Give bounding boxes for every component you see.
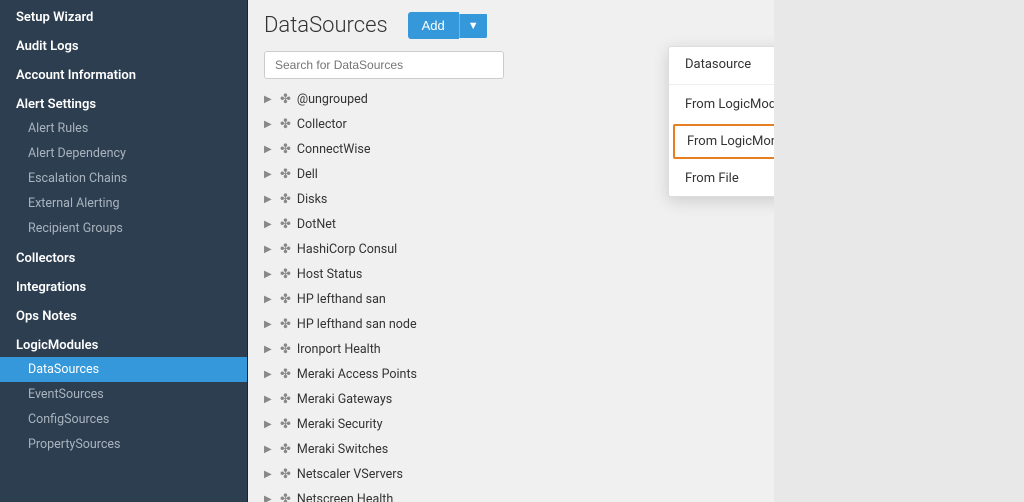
sidebar-item-configsources[interactable]: ConfigSources — [0, 407, 247, 432]
expand-arrow-icon: ▶ — [264, 194, 274, 205]
ds-item-label: Meraki Switches — [297, 442, 388, 457]
datasource-icon: ✤ — [280, 167, 291, 182]
ds-item-label: Meraki Access Points — [297, 367, 417, 382]
ds-list-item[interactable]: ▶ ✤ HashiCorp Consul — [248, 237, 774, 262]
ds-item-label: Meraki Security — [297, 417, 383, 432]
expand-arrow-icon: ▶ — [264, 94, 274, 105]
expand-arrow-icon: ▶ — [264, 419, 274, 430]
sidebar-item-alert-rules[interactable]: Alert Rules — [0, 116, 247, 141]
ds-item-label: Host Status — [297, 267, 362, 282]
ds-list-item[interactable]: ▶ ✤ HP lefthand san — [248, 287, 774, 312]
dropdown-item-logicmonitor-repository[interactable]: From LogicMonitor Repository — [673, 124, 774, 159]
main-header: DataSources Add ▼ — [248, 0, 774, 51]
expand-arrow-icon: ▶ — [264, 244, 274, 255]
sidebar-item-integrations[interactable]: Integrations — [0, 270, 247, 299]
ds-item-label: Netscaler VServers — [297, 467, 403, 482]
ds-list-item[interactable]: ▶ ✤ Meraki Switches — [248, 437, 774, 462]
expand-arrow-icon: ▶ — [264, 269, 274, 280]
datasource-icon: ✤ — [280, 492, 291, 502]
datasource-icon: ✤ — [280, 142, 291, 157]
expand-arrow-icon: ▶ — [264, 444, 274, 455]
search-input[interactable] — [264, 51, 504, 79]
expand-arrow-icon: ▶ — [264, 169, 274, 180]
ds-item-label: Meraki Gateways — [297, 392, 392, 407]
datasource-icon: ✤ — [280, 267, 291, 282]
expand-arrow-icon: ▶ — [264, 494, 274, 502]
datasource-icon: ✤ — [280, 467, 291, 482]
sidebar-item-account-information[interactable]: Account Information — [0, 58, 247, 87]
ds-list-item[interactable]: ▶ ✤ Netscaler VServers — [248, 462, 774, 487]
expand-arrow-icon: ▶ — [264, 219, 274, 230]
sidebar-item-eventsources[interactable]: EventSources — [0, 382, 247, 407]
datasource-icon: ✤ — [280, 292, 291, 307]
ds-item-label: Netscreen Health — [297, 492, 393, 502]
dropdown-item-logicmodule-exchange[interactable]: From LogicModule Exchange — [669, 87, 774, 122]
expand-arrow-icon: ▶ — [264, 319, 274, 330]
expand-arrow-icon: ▶ — [264, 344, 274, 355]
add-dropdown-menu: Datasource From LogicModule Exchange Fro… — [668, 46, 774, 197]
datasource-icon: ✤ — [280, 92, 291, 107]
datasource-icon: ✤ — [280, 317, 291, 332]
dropdown-divider — [669, 84, 774, 85]
ds-item-label: @ungrouped — [297, 92, 368, 107]
expand-arrow-icon: ▶ — [264, 369, 274, 380]
page-title: DataSources — [264, 13, 388, 38]
sidebar-item-audit-logs[interactable]: Audit Logs — [0, 29, 247, 58]
sidebar-item-alert-dependency[interactable]: Alert Dependency — [0, 141, 247, 166]
ds-list-item[interactable]: ▶ ✤ Host Status — [248, 262, 774, 287]
ds-item-label: ConnectWise — [297, 142, 371, 157]
sidebar-item-ops-notes[interactable]: Ops Notes — [0, 299, 247, 328]
datasource-icon: ✤ — [280, 367, 291, 382]
datasource-icon: ✤ — [280, 117, 291, 132]
sidebar-item-escalation-chains[interactable]: Escalation Chains — [0, 166, 247, 191]
datasource-icon: ✤ — [280, 392, 291, 407]
sidebar-section-alert-settings[interactable]: Alert Settings — [0, 87, 247, 116]
datasource-icon: ✤ — [280, 417, 291, 432]
sidebar-item-setup-wizard[interactable]: Setup Wizard — [0, 0, 247, 29]
ds-item-label: Ironport Health — [297, 342, 381, 357]
ds-item-label: HashiCorp Consul — [297, 242, 397, 257]
ds-item-label: Dell — [297, 167, 318, 182]
ds-item-label: Collector — [297, 117, 347, 132]
add-button[interactable]: Add — [408, 12, 459, 39]
add-dropdown-button[interactable]: ▼ — [459, 14, 487, 38]
expand-arrow-icon: ▶ — [264, 294, 274, 305]
ds-item-label: Disks — [297, 192, 327, 207]
ds-item-label: HP lefthand san — [297, 292, 386, 307]
datasource-icon: ✤ — [280, 192, 291, 207]
ds-list-item[interactable]: ▶ ✤ Meraki Gateways — [248, 387, 774, 412]
sidebar-item-recipient-groups[interactable]: Recipient Groups — [0, 216, 247, 241]
datasource-icon: ✤ — [280, 242, 291, 257]
ds-list-item[interactable]: ▶ ✤ DotNet — [248, 212, 774, 237]
sidebar-item-propertysources[interactable]: PropertySources — [0, 432, 247, 457]
ds-item-label: DotNet — [297, 217, 336, 232]
ds-list-item[interactable]: ▶ ✤ Netscreen Health — [248, 487, 774, 502]
ds-list-item[interactable]: ▶ ✤ Meraki Access Points — [248, 362, 774, 387]
main-panel: DataSources Add ▼ ▶ ✤ @ungrouped ▶ ✤ Col… — [248, 0, 774, 502]
expand-arrow-icon: ▶ — [264, 469, 274, 480]
sidebar: Setup Wizard Audit Logs Account Informat… — [0, 0, 248, 502]
sidebar-item-datasources[interactable]: DataSources — [0, 357, 247, 382]
ds-list-item[interactable]: ▶ ✤ HP lefthand san node — [248, 312, 774, 337]
datasource-icon: ✤ — [280, 442, 291, 457]
ds-list-item[interactable]: ▶ ✤ Ironport Health — [248, 337, 774, 362]
expand-arrow-icon: ▶ — [264, 119, 274, 130]
dropdown-item-datasource[interactable]: Datasource — [669, 47, 774, 82]
datasource-icon: ✤ — [280, 342, 291, 357]
right-panel — [774, 0, 1024, 502]
add-button-group: Add ▼ — [408, 12, 487, 39]
ds-list-item[interactable]: ▶ ✤ Meraki Security — [248, 412, 774, 437]
sidebar-item-external-alerting[interactable]: External Alerting — [0, 191, 247, 216]
expand-arrow-icon: ▶ — [264, 394, 274, 405]
sidebar-item-collectors[interactable]: Collectors — [0, 241, 247, 270]
dropdown-item-from-file[interactable]: From File — [669, 161, 774, 196]
sidebar-section-logic-modules[interactable]: LogicModules — [0, 328, 247, 357]
ds-item-label: HP lefthand san node — [297, 317, 417, 332]
expand-arrow-icon: ▶ — [264, 144, 274, 155]
datasource-icon: ✤ — [280, 217, 291, 232]
